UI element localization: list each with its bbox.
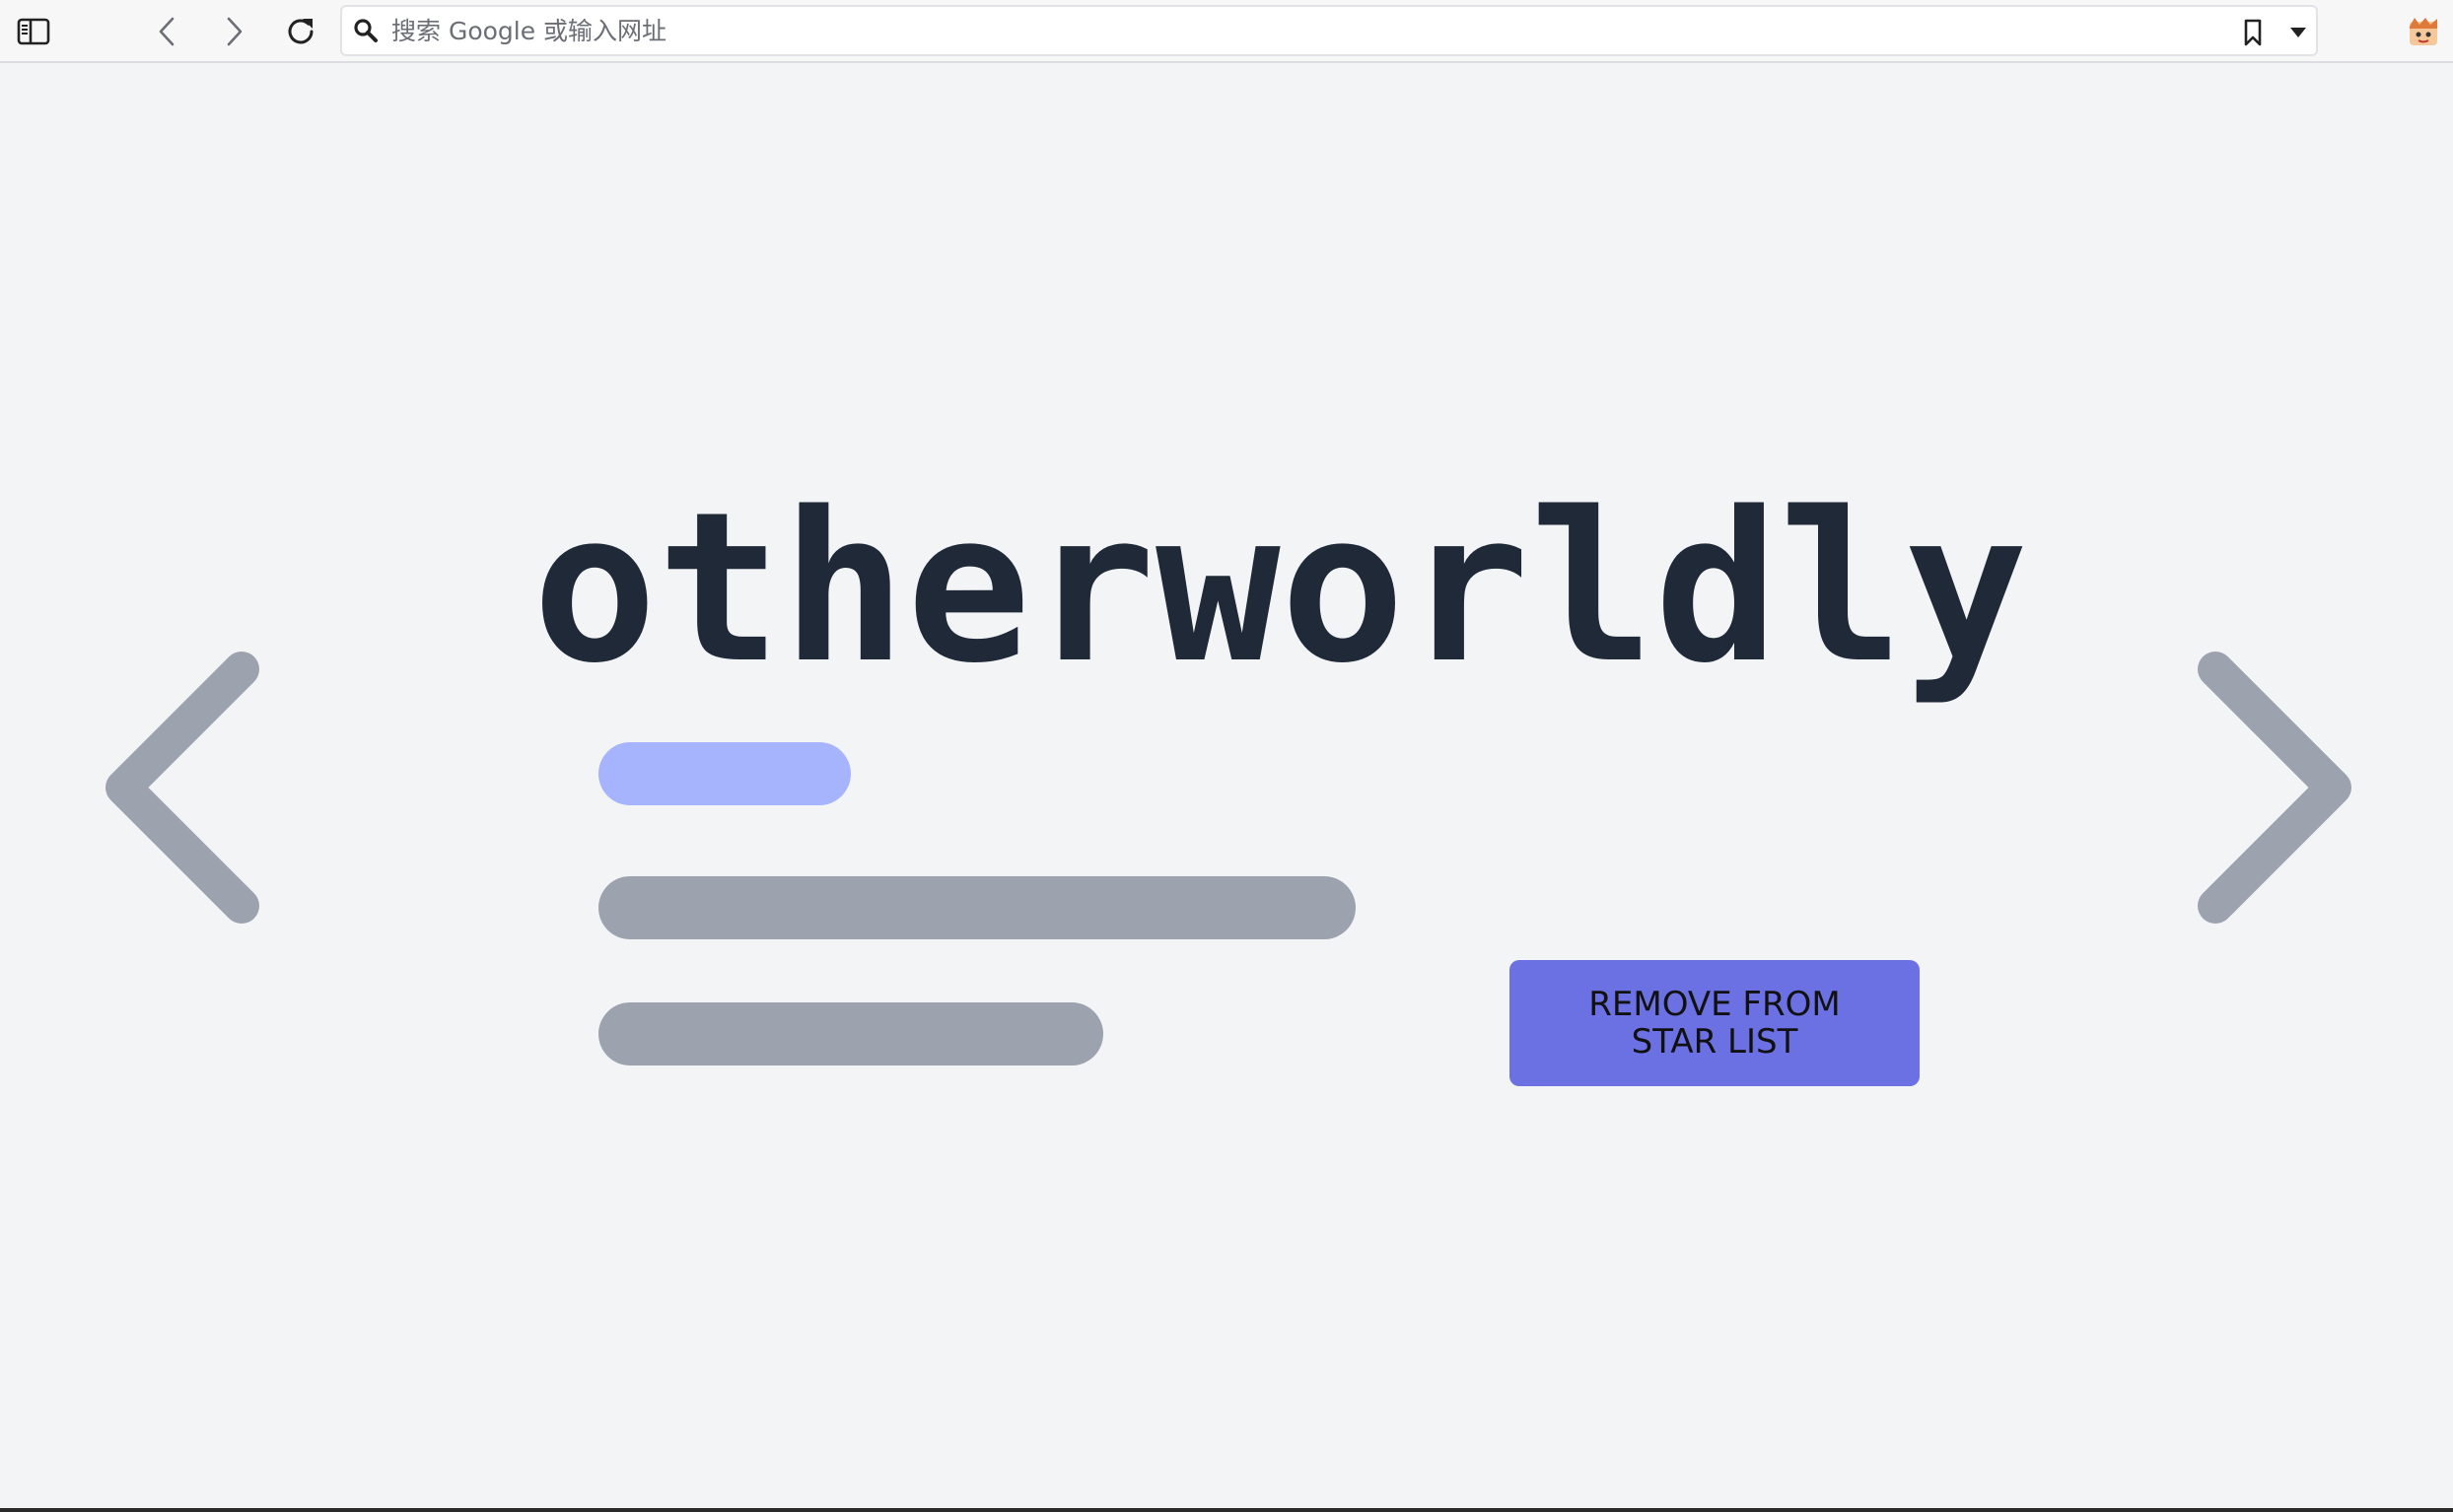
text-line-placeholder: [598, 876, 1356, 939]
sidebar-toggle-icon: [17, 18, 50, 45]
forward-button[interactable]: [211, 8, 258, 55]
sidebar-toggle-button[interactable]: [10, 8, 57, 55]
bookmark-icon: [2244, 19, 2262, 46]
reload-button[interactable]: [277, 8, 324, 55]
chevron-left-icon: [159, 17, 175, 46]
flashcard-view: otherworldly REMOVE FROM STAR LIST: [0, 63, 2453, 1508]
tag-placeholder: [598, 742, 851, 805]
address-input[interactable]: [391, 11, 2166, 50]
extension-button[interactable]: [2402, 10, 2445, 53]
back-button[interactable]: [143, 8, 190, 55]
remove-from-star-list-button[interactable]: REMOVE FROM STAR LIST: [1509, 960, 1920, 1086]
chevron-right-icon: [227, 17, 243, 46]
address-dropdown-button[interactable]: [2278, 13, 2318, 52]
bookmark-button[interactable]: [2233, 13, 2273, 52]
text-line-placeholder: [598, 1002, 1103, 1065]
window-bottom-border: [0, 1508, 2453, 1512]
next-word-button[interactable]: [2181, 650, 2358, 950]
remove-button-label: REMOVE FROM STAR LIST: [1588, 985, 1841, 1062]
chevron-left-icon: [105, 652, 259, 924]
address-bar: [340, 5, 2318, 56]
caret-down-icon: [2290, 28, 2306, 37]
search-icon: [354, 19, 378, 42]
browser-toolbar: [0, 0, 2453, 63]
extension-avatar-icon: [2410, 18, 2437, 45]
word-title: otherworldly: [532, 467, 2029, 709]
previous-word-button[interactable]: [99, 650, 276, 950]
reload-icon: [288, 19, 314, 44]
chevron-right-icon: [2198, 652, 2351, 924]
